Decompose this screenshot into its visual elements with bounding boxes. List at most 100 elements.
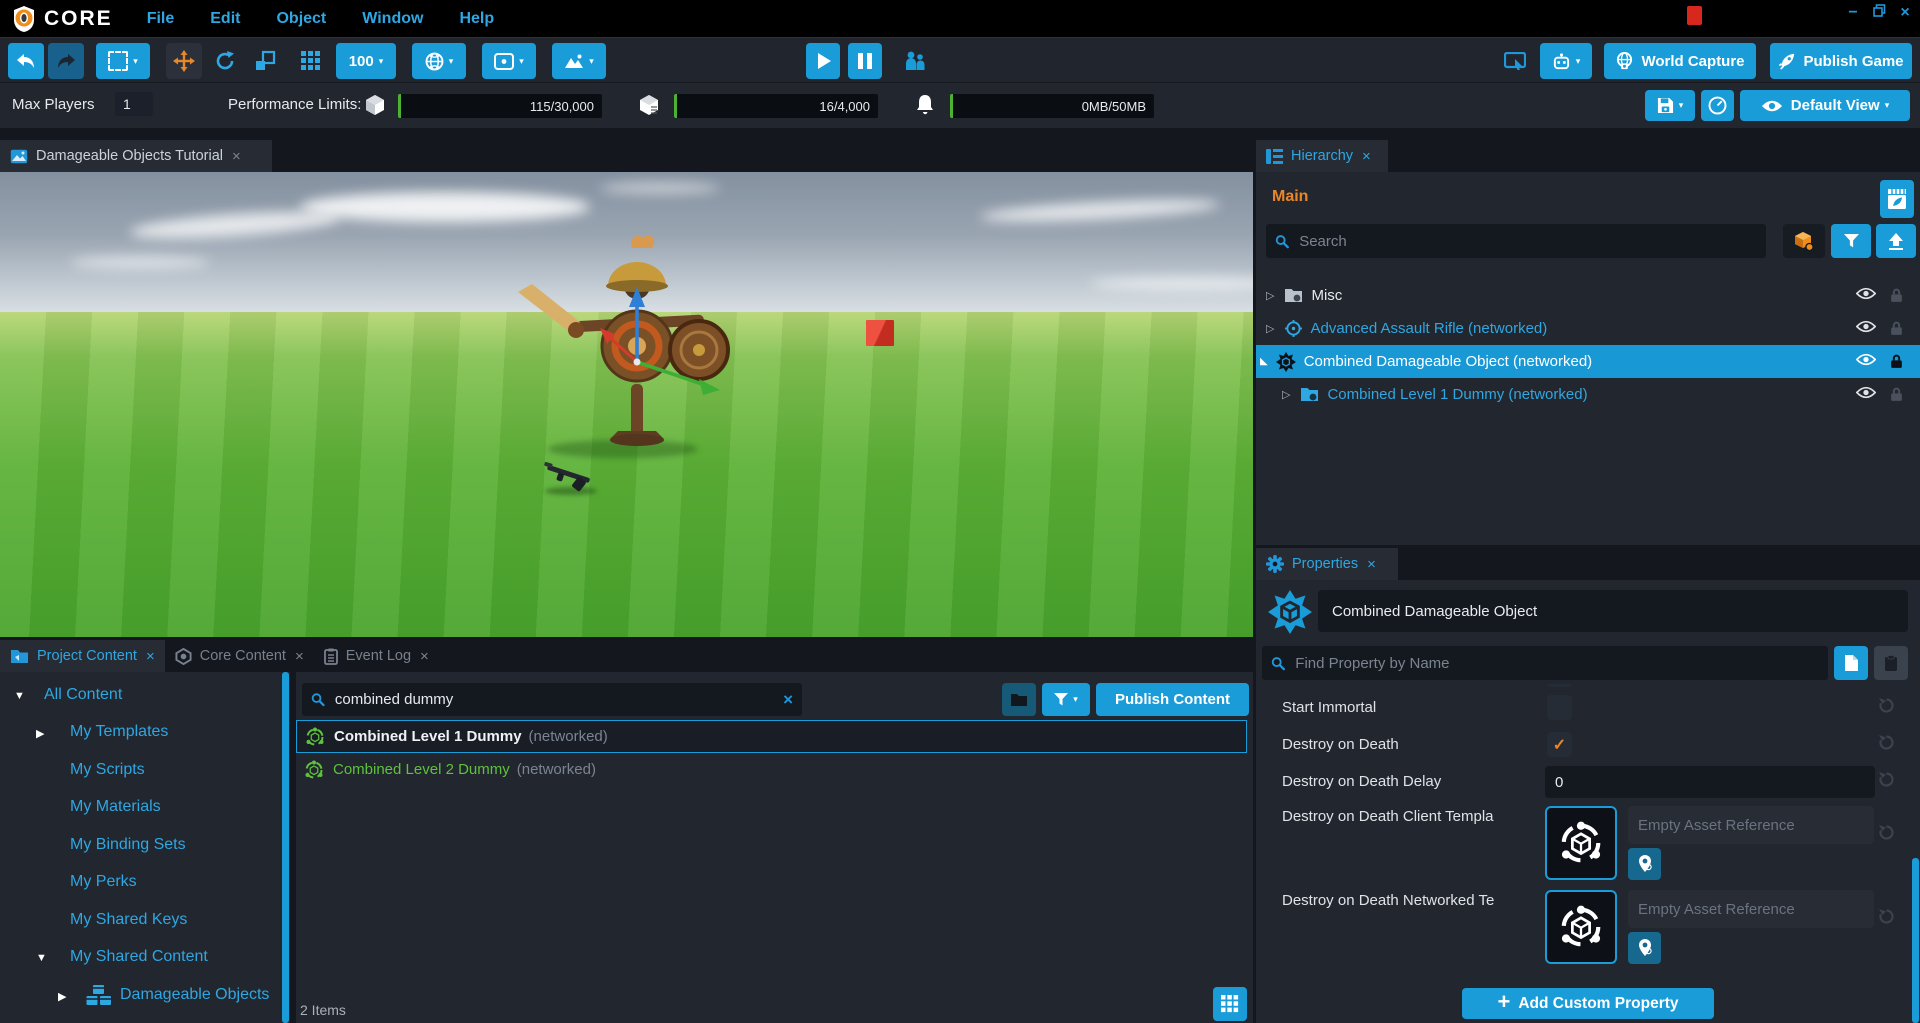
grid-size-dropdown[interactable]: 100 ▾ bbox=[336, 43, 396, 79]
expand-caret[interactable]: ▷ bbox=[1266, 289, 1274, 302]
properties-tab-close-icon[interactable]: × bbox=[1367, 556, 1376, 573]
tab-properties[interactable]: Properties × bbox=[1256, 548, 1398, 580]
networked-template-field[interactable]: Empty Asset Reference bbox=[1628, 890, 1874, 928]
window-close-button[interactable]: × bbox=[1892, 4, 1918, 22]
redo-button[interactable] bbox=[48, 43, 84, 79]
start-immortal-checkbox[interactable] bbox=[1547, 695, 1572, 720]
object-name-input[interactable] bbox=[1318, 590, 1908, 632]
visibility-eye-icon[interactable] bbox=[1856, 386, 1876, 404]
lock-icon[interactable] bbox=[1890, 321, 1903, 341]
result-row-selected[interactable]: Combined Level 1 Dummy (networked) bbox=[296, 720, 1247, 753]
destroy-on-death-checkbox[interactable]: ✓ bbox=[1547, 732, 1572, 757]
find-property-input[interactable] bbox=[1293, 654, 1819, 673]
tree-item-my-materials[interactable]: My Materials bbox=[70, 798, 161, 816]
reset-icon[interactable] bbox=[1878, 824, 1895, 846]
reset-icon[interactable] bbox=[1878, 908, 1895, 930]
tree-item-all-content[interactable]: All Content bbox=[44, 686, 122, 704]
add-custom-property-button[interactable]: + Add Custom Property bbox=[1462, 988, 1714, 1019]
visibility-eye-icon[interactable] bbox=[1856, 320, 1876, 338]
content-search[interactable]: × bbox=[302, 683, 802, 716]
multiplayer-preview-button[interactable] bbox=[898, 43, 932, 79]
reset-icon[interactable] bbox=[1878, 771, 1895, 793]
publish-game-button[interactable]: Publish Game bbox=[1770, 43, 1912, 79]
hierarchy-tab-close-icon[interactable]: × bbox=[1362, 148, 1371, 165]
network-context-button[interactable] bbox=[1783, 224, 1825, 258]
reset-icon[interactable] bbox=[1878, 734, 1895, 756]
core-content-close-icon[interactable]: × bbox=[295, 648, 304, 665]
collapse-all-button[interactable] bbox=[1876, 224, 1916, 258]
caret-all-content[interactable]: ▼ bbox=[14, 690, 25, 702]
play-button[interactable] bbox=[806, 43, 840, 79]
lock-icon-locked[interactable] bbox=[1890, 354, 1903, 374]
window-minimize-button[interactable]: − bbox=[1840, 4, 1866, 22]
property-rows-scroll-area[interactable]: Start Invulnerable Start Immortal Destro… bbox=[1256, 684, 1920, 988]
caret-my-shared-content[interactable]: ▼ bbox=[36, 952, 47, 964]
networked-template-asset-slot[interactable] bbox=[1545, 890, 1617, 964]
destroy-on-death-delay-input[interactable] bbox=[1545, 766, 1875, 798]
start-invulnerable-checkbox[interactable] bbox=[1547, 684, 1572, 687]
tab-hierarchy[interactable]: Hierarchy × bbox=[1256, 140, 1388, 172]
menu-help[interactable]: Help bbox=[459, 10, 494, 28]
viewport-tab-close-icon[interactable]: × bbox=[232, 148, 241, 165]
tab-event-log[interactable]: Event Log × bbox=[314, 640, 439, 672]
tab-damageable-objects-tutorial[interactable]: Damageable Objects Tutorial × bbox=[0, 140, 272, 172]
pause-button[interactable] bbox=[848, 43, 882, 79]
expand-caret[interactable]: ▷ bbox=[1266, 322, 1274, 335]
result-row[interactable]: Combined Level 2 Dummy (networked) bbox=[296, 753, 1247, 786]
caret-my-templates[interactable]: ▶ bbox=[36, 727, 44, 740]
client-template-asset-slot[interactable] bbox=[1545, 806, 1617, 880]
event-log-close-icon[interactable]: × bbox=[420, 648, 429, 665]
tree-item-my-templates[interactable]: My Templates bbox=[70, 723, 168, 741]
hierarchy-filter-button[interactable] bbox=[1831, 224, 1871, 258]
default-view-dropdown[interactable]: Default View ▾ bbox=[1740, 90, 1910, 121]
publish-content-button[interactable]: Publish Content bbox=[1096, 683, 1249, 716]
tree-item-my-binding-sets[interactable]: My Binding Sets bbox=[70, 836, 186, 854]
scale-tool-button[interactable] bbox=[248, 43, 282, 79]
hierarchy-row-assault-rifle[interactable]: ▷ Advanced Assault Rifle (networked) bbox=[1256, 312, 1920, 345]
menu-object[interactable]: Object bbox=[276, 10, 326, 28]
cinematic-button[interactable] bbox=[1880, 180, 1914, 218]
bot-dropdown[interactable]: ▾ bbox=[1540, 43, 1592, 79]
rotate-tool-button[interactable] bbox=[208, 43, 242, 79]
tab-core-content[interactable]: Core Content × bbox=[165, 640, 314, 672]
hierarchy-row-combined-damageable-selected[interactable]: ◣ Combined Damageable Object (networked) bbox=[1256, 345, 1920, 378]
lock-icon[interactable] bbox=[1890, 387, 1903, 407]
snap-grid-button[interactable] bbox=[294, 43, 328, 79]
performance-gauge-button[interactable] bbox=[1701, 90, 1734, 121]
content-tree-scrollbar[interactable] bbox=[282, 672, 289, 1023]
menu-window[interactable]: Window bbox=[362, 10, 423, 28]
max-players-input[interactable] bbox=[115, 92, 153, 116]
reset-icon[interactable] bbox=[1878, 697, 1895, 719]
viewport-3d[interactable] bbox=[0, 172, 1253, 637]
tree-item-my-shared-content[interactable]: My Shared Content bbox=[70, 948, 208, 966]
tree-item-my-shared-keys[interactable]: My Shared Keys bbox=[70, 911, 187, 929]
tree-item-damageable-objects[interactable]: Damageable Objects bbox=[120, 986, 269, 1004]
project-content-close-icon[interactable]: × bbox=[146, 648, 155, 665]
open-folder-button[interactable] bbox=[1002, 683, 1036, 716]
client-template-field[interactable]: Empty Asset Reference bbox=[1628, 806, 1874, 844]
move-tool-button[interactable] bbox=[166, 43, 202, 79]
content-search-input[interactable] bbox=[333, 690, 783, 709]
visibility-eye-icon[interactable] bbox=[1856, 287, 1876, 305]
tree-item-my-perks[interactable]: My Perks bbox=[70, 873, 137, 891]
select-tool-button[interactable]: ▾ bbox=[96, 43, 150, 79]
search-clear-icon[interactable]: × bbox=[783, 690, 793, 710]
undo-button[interactable] bbox=[8, 43, 44, 79]
paste-properties-button[interactable] bbox=[1874, 646, 1908, 680]
expand-caret[interactable]: ▷ bbox=[1282, 388, 1290, 401]
menu-file[interactable]: File bbox=[147, 10, 175, 28]
tab-project-content[interactable]: Project Content × bbox=[0, 640, 165, 672]
world-capture-button[interactable]: World Capture bbox=[1604, 43, 1756, 79]
copy-properties-button[interactable] bbox=[1834, 646, 1868, 680]
tree-item-my-scripts[interactable]: My Scripts bbox=[70, 761, 145, 779]
screen-capture-button[interactable] bbox=[1500, 43, 1530, 79]
caret-damageable-objects[interactable]: ▶ bbox=[58, 990, 66, 1003]
transform-gizmo[interactable] bbox=[560, 287, 760, 437]
screen-dropdown[interactable]: ▾ bbox=[482, 43, 536, 79]
hierarchy-row-combined-level1-dummy[interactable]: ▷ Combined Level 1 Dummy (networked) bbox=[1256, 378, 1920, 411]
window-restore-button[interactable] bbox=[1866, 4, 1892, 22]
world-dropdown[interactable]: ▾ bbox=[412, 43, 466, 79]
content-filter-dropdown[interactable]: ▾ bbox=[1042, 683, 1090, 716]
properties-scrollbar[interactable] bbox=[1912, 858, 1919, 1023]
visibility-eye-icon[interactable] bbox=[1856, 353, 1876, 371]
